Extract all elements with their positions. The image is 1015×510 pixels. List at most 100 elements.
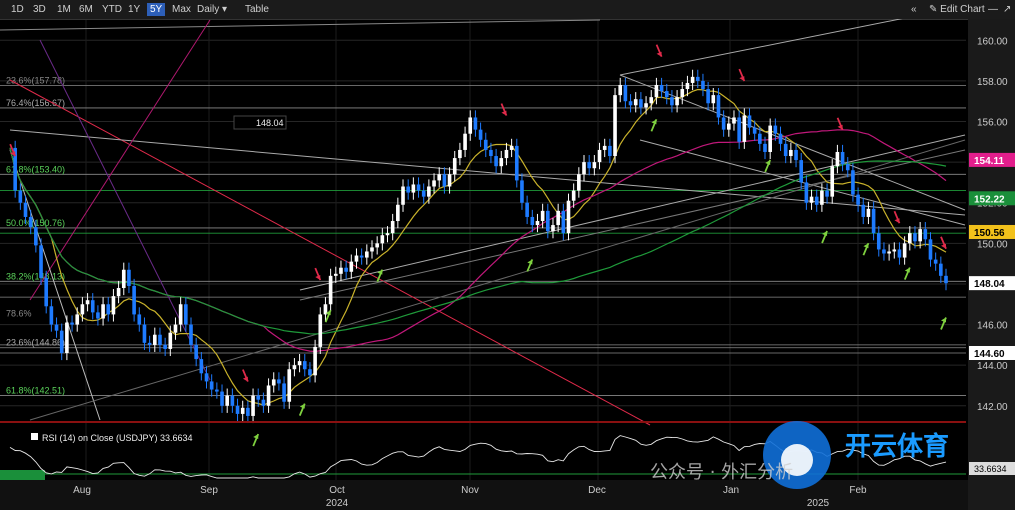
candle-body <box>168 332 173 349</box>
candle-body <box>571 190 576 201</box>
candle-body <box>752 127 757 134</box>
candle-body <box>54 324 59 331</box>
range-tab-1m[interactable]: 1M <box>54 3 74 16</box>
candle-body <box>861 204 866 217</box>
candle-body <box>783 143 788 157</box>
candle-body <box>442 174 447 187</box>
y-tick-label: 144.00 <box>977 361 1008 372</box>
range-tab-3d[interactable]: 3D <box>30 3 49 16</box>
candle-body <box>421 190 426 197</box>
candle-body <box>152 334 157 345</box>
candle-body <box>747 115 752 128</box>
edit-chart-button[interactable]: ✎ Edit Chart <box>926 3 988 16</box>
price-chart[interactable]: 23.6%(157.78)76.4%(156.67)61.8%(153.40)5… <box>0 19 1015 510</box>
x-tick-label: Sep <box>200 485 218 496</box>
candle-body <box>220 391 224 406</box>
candle-body <box>370 247 374 252</box>
candle-body <box>809 196 814 203</box>
candle-body <box>225 395 230 406</box>
rsi-badge-label: 33.6634 <box>974 464 1007 474</box>
popout-icon[interactable]: ↗ <box>1000 3 1014 16</box>
candle-body <box>902 243 907 258</box>
x-tick-label: Oct <box>329 485 345 496</box>
candle-body <box>768 125 772 152</box>
candle-body <box>939 263 943 276</box>
candle-body <box>204 373 209 382</box>
x-tick-label: Nov <box>461 485 479 496</box>
candle-body <box>302 361 307 370</box>
candle-body <box>96 312 100 319</box>
range-tab-ytd[interactable]: YTD <box>99 3 125 16</box>
candle-body <box>349 261 354 272</box>
candle-body <box>199 359 204 374</box>
trend-line <box>619 19 903 76</box>
candle-body <box>85 300 90 305</box>
candle-body <box>613 95 617 157</box>
candle-body <box>804 182 809 203</box>
candle-body <box>799 160 804 183</box>
candle-body <box>675 97 679 106</box>
candle-body <box>737 117 741 142</box>
candle-body <box>587 162 591 169</box>
candle-body <box>406 186 410 193</box>
collapse-icon[interactable]: « <box>908 3 920 16</box>
candle-body <box>297 361 302 366</box>
fib-label: 61.8%(142.51) <box>6 385 65 395</box>
candle-body <box>478 129 483 140</box>
candle-body <box>411 184 416 193</box>
candle-body <box>292 365 297 370</box>
candle-body <box>44 277 49 307</box>
candle-body <box>209 381 214 390</box>
range-tab-max[interactable]: Max <box>169 3 194 16</box>
candle-body <box>871 208 876 234</box>
candle-body <box>271 379 276 386</box>
candle-body <box>116 288 121 297</box>
candle-body <box>266 385 271 406</box>
candle-body <box>758 133 762 144</box>
minimize-icon[interactable]: — <box>985 3 1001 16</box>
candle-body <box>28 216 33 228</box>
candle-body <box>716 95 721 118</box>
candle-body <box>623 84 628 102</box>
candle-body <box>892 249 897 252</box>
candle-body <box>907 233 912 244</box>
candle-body <box>561 210 566 234</box>
interval-dropdown[interactable]: Daily ▾ <box>194 3 230 16</box>
range-tab-6m[interactable]: 6M <box>76 3 96 16</box>
y-tick-label: 160.00 <box>977 36 1008 47</box>
candle-body <box>695 76 700 81</box>
candle-body <box>820 190 824 205</box>
y-tick-label: 142.00 <box>977 402 1008 413</box>
trend-line <box>299 134 966 291</box>
candle-body <box>127 269 131 286</box>
candle-body <box>80 304 85 315</box>
candle-body <box>354 255 359 262</box>
candle-body <box>597 149 602 163</box>
candle-body <box>633 99 638 106</box>
candle-body <box>230 395 235 406</box>
price-badge-label: 150.56 <box>974 228 1005 239</box>
candle-body <box>840 151 845 165</box>
candle-body <box>189 324 193 345</box>
range-tab-1y[interactable]: 1Y <box>125 3 143 16</box>
candle-body <box>380 235 385 244</box>
candle-body <box>246 407 250 416</box>
year-label: 2024 <box>326 498 349 509</box>
candle-body <box>333 273 338 276</box>
candle-body <box>654 84 659 98</box>
candle-body <box>432 180 436 187</box>
candle-body <box>318 314 323 347</box>
range-tab-5y[interactable]: 5Y <box>147 3 166 16</box>
candle-body <box>525 202 529 217</box>
candle-body <box>546 210 550 232</box>
table-button[interactable]: Table <box>242 3 272 16</box>
trend-line <box>9 79 651 426</box>
candle-body <box>163 344 167 349</box>
candle-body <box>530 216 535 226</box>
candle-body <box>308 369 312 376</box>
y-tick-label: 156.00 <box>977 118 1008 129</box>
trend-line <box>29 139 966 421</box>
range-tab-1d[interactable]: 1D <box>8 3 27 16</box>
candle-body <box>566 200 571 234</box>
candle-body <box>256 395 261 400</box>
